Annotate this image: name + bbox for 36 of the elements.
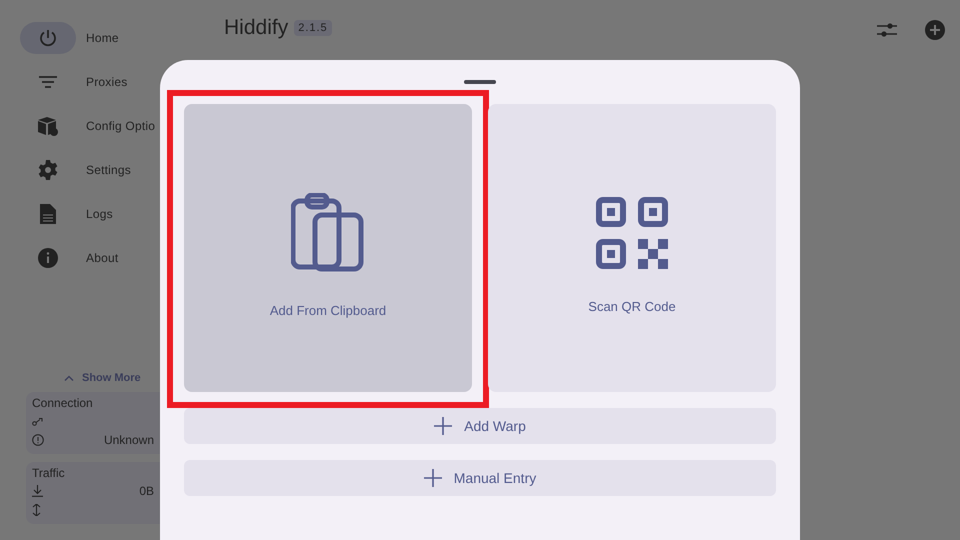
box-icon [37,116,59,136]
document-icon [40,204,56,224]
filter-icon [39,76,57,88]
stat-value: 0B [139,484,154,498]
nav-label: Logs [86,207,113,221]
action-button[interactable]: Add Warp [184,408,776,444]
sliders-icon[interactable] [877,22,897,38]
card-title: Traffic [32,466,66,480]
alert-icon [32,434,44,446]
action-button[interactable]: Manual Entry [184,460,776,496]
link-icon [32,416,43,426]
version-label: 2.1.5 [294,20,332,36]
info-icon [38,248,58,268]
up-down-arrow-icon [32,504,41,516]
nav-label: About [86,251,118,265]
plus-icon [424,469,442,487]
caret-up-icon [64,375,74,381]
stat-value: Unknown [104,433,154,447]
drag-handle[interactable] [464,80,496,84]
plus-icon [434,417,452,435]
nav-label: Config Optio [86,119,156,133]
power-icon [38,28,58,48]
nav-item[interactable]: Home [20,22,200,54]
clipboard-icon [291,193,365,273]
qr-code-icon [596,197,668,269]
nav-label: Proxies [86,75,128,89]
show-more-button[interactable]: Show More [64,372,141,384]
option-tile[interactable]: Add From Clipboard [184,104,472,392]
download-icon [32,485,43,497]
app-title: Hiddify [224,16,288,40]
gear-icon [38,160,58,180]
option-tile[interactable]: Scan QR Code [488,104,776,392]
add-icon[interactable] [925,20,945,40]
nav-label: Home [86,31,119,45]
nav-label: Settings [86,163,131,177]
card-title: Connection [32,396,94,410]
